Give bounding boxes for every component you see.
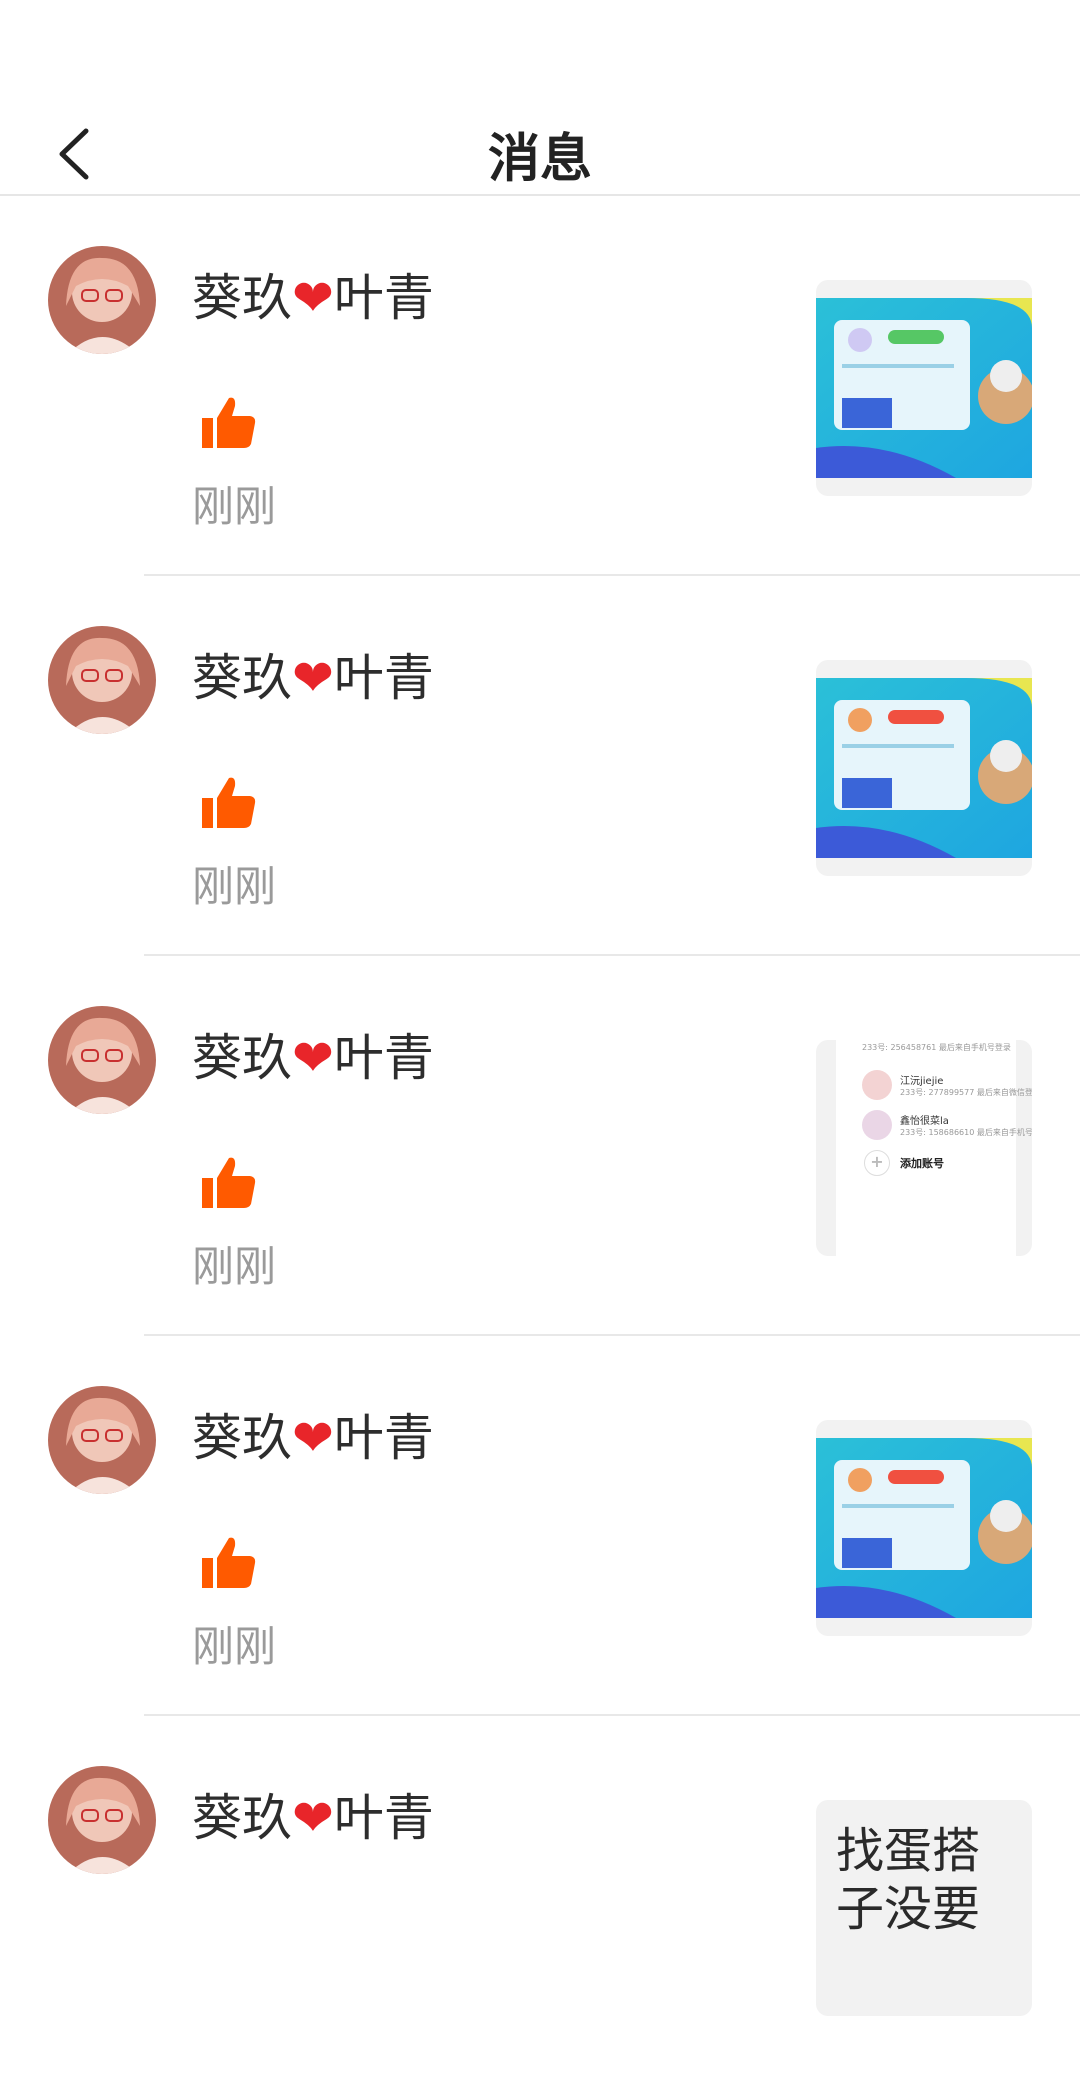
mini-add-account: + 添加账号 xyxy=(864,1150,944,1176)
mini-avatar xyxy=(862,1110,892,1140)
game-screenshot-thumbnail[interactable] xyxy=(816,1420,1032,1636)
heart-icon: ❤ xyxy=(292,649,334,707)
plus-icon: + xyxy=(864,1150,890,1176)
timestamp: 刚刚 xyxy=(192,1242,277,1291)
avatar[interactable] xyxy=(48,246,156,354)
status-bar xyxy=(0,0,1080,62)
thumbs-up-icon xyxy=(198,1152,260,1214)
timestamp: 刚刚 xyxy=(192,1622,277,1671)
account-list-panel: 233号: 256458761 最后来自手机号登录 江沅jiejie 233号: … xyxy=(836,1040,1032,1256)
list-item[interactable]: 葵玖❤叶青 刚刚 xyxy=(0,196,1080,576)
heart-icon: ❤ xyxy=(292,269,334,327)
thumbs-up-icon xyxy=(198,772,260,834)
timestamp: 刚刚 xyxy=(192,862,277,911)
message-list: 葵玖❤叶青 刚刚 葵玖❤叶青 刚刚 葵玖❤叶青 刚刚 233号: 2564587… xyxy=(0,196,1080,2096)
page-title: 消息 xyxy=(487,129,592,190)
user-name: 葵玖❤叶青 xyxy=(192,1789,434,1847)
avatar[interactable] xyxy=(48,626,156,734)
text-thumbnail[interactable]: 找蛋搭子没要 xyxy=(816,1800,1032,2016)
thumbs-up-icon xyxy=(198,392,260,454)
avatar[interactable] xyxy=(48,1766,156,1874)
navigation-bar: 消息 xyxy=(0,62,1080,196)
mini-account-row: 江沅jiejie 233号: 277899577 最后来自微信登录 xyxy=(862,1070,1032,1100)
game-screenshot-thumbnail[interactable] xyxy=(816,660,1032,876)
mini-avatar xyxy=(862,1070,892,1100)
thumbs-up-icon xyxy=(198,1532,260,1594)
heart-icon: ❤ xyxy=(292,1409,334,1467)
list-item[interactable]: 葵玖❤叶青 刚刚 xyxy=(0,1336,1080,1716)
list-item[interactable]: 葵玖❤叶青 找蛋搭子没要 xyxy=(0,1716,1080,2096)
heart-icon: ❤ xyxy=(292,1789,334,1847)
mini-account-row: 233号: 256458761 最后来自手机号登录 xyxy=(862,1043,1011,1052)
game-screenshot-thumbnail[interactable] xyxy=(816,280,1032,496)
user-name: 葵玖❤叶青 xyxy=(192,649,434,707)
user-name: 葵玖❤叶青 xyxy=(192,269,434,327)
list-item[interactable]: 葵玖❤叶青 刚刚 xyxy=(0,576,1080,956)
thumbnail-text: 找蛋搭子没要 xyxy=(836,1823,981,1937)
timestamp: 刚刚 xyxy=(192,482,277,531)
user-name: 葵玖❤叶青 xyxy=(192,1029,434,1087)
avatar[interactable] xyxy=(48,1006,156,1114)
mini-account-row: 鑫怡很菜la233号: 158686610 最后来自手机号登录 xyxy=(862,1110,1032,1140)
heart-icon: ❤ xyxy=(292,1029,334,1087)
user-name: 葵玖❤叶青 xyxy=(192,1409,434,1467)
list-item[interactable]: 葵玖❤叶青 刚刚 233号: 256458761 最后来自手机号登录 江沅jie… xyxy=(0,956,1080,1336)
account-list-thumbnail[interactable]: 233号: 256458761 最后来自手机号登录 江沅jiejie 233号: … xyxy=(816,1040,1032,1256)
avatar[interactable] xyxy=(48,1386,156,1494)
